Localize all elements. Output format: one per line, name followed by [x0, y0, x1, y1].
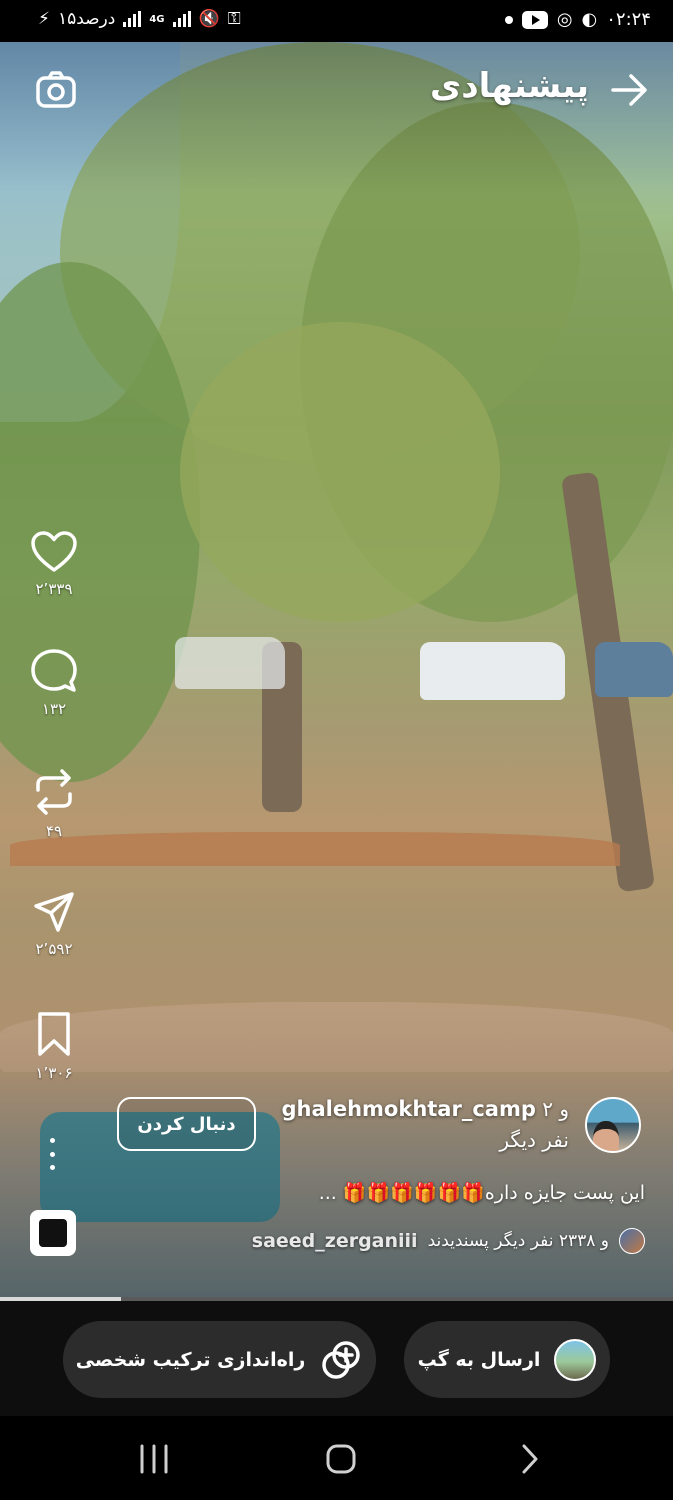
youtube-icon [521, 10, 548, 29]
key-icon: ⚿ [227, 9, 241, 29]
post-caption[interactable]: این پست جایزه داره🎁🎁🎁🎁🎁🎁 ... [265, 1181, 645, 1204]
more-dot-icon [49, 1165, 55, 1170]
back-nav-button[interactable] [510, 1442, 550, 1476]
clock: ۰۲:۲۴ [606, 9, 651, 30]
comment-count: ۱۳۲ [41, 700, 67, 718]
liked-by-text: و ۲۳۳۸ نفر دیگر پسندیدند [427, 1231, 609, 1251]
like-button[interactable]: ۲٬۳۳۹ [26, 530, 82, 598]
bookmark-icon [38, 1012, 70, 1056]
author-suffix: نفر دیگر [499, 1128, 569, 1152]
charging-icon: ⚡ [38, 9, 50, 29]
recents-icon [140, 1444, 168, 1474]
author-handle[interactable]: ghalehmokhtar_camp [282, 1097, 536, 1121]
comment-button[interactable]: ۱۳۲ [26, 648, 82, 718]
mute-icon: 🔇 [198, 9, 220, 29]
remix-button[interactable]: راه‌اندازی ترکیب شخصی [63, 1321, 376, 1398]
status-bar: ⚡ ۱۵درصد 4G 🔇 ⚿ ◎ ◐ ۰۲:۲۴ [0, 0, 673, 42]
back-button[interactable] [609, 70, 649, 110]
system-navigation-bar [0, 1416, 673, 1500]
battery-text: ۱۵درصد [57, 9, 116, 29]
heart-icon [31, 531, 77, 572]
remix-icon [322, 1340, 361, 1379]
repost-icon [36, 769, 72, 815]
send-to-chat-label: ارسال به گپ [417, 1348, 541, 1371]
arrow-right-icon [611, 74, 647, 106]
share-button[interactable]: ۲٬۵۹۲ [26, 890, 82, 958]
status-left: ⚡ ۱۵درصد 4G 🔇 ⚿ [38, 9, 241, 29]
follow-button[interactable]: دنبال کردن [117, 1097, 256, 1151]
more-options-button[interactable] [44, 1138, 60, 1170]
liked-by[interactable]: saeed_zerganiii و ۲۳۳۸ نفر دیگر پسندیدند [252, 1228, 645, 1254]
chat-avatar [554, 1338, 597, 1381]
save-button[interactable]: ۱٬۳۰۶ [26, 1010, 82, 1082]
signal-icon [123, 11, 142, 27]
share-count: ۲٬۵۹۲ [35, 940, 73, 958]
chevron-right-icon [522, 1444, 538, 1474]
recent-apps-button[interactable] [134, 1442, 174, 1476]
camera-icon [36, 71, 76, 108]
network-type: 4G [149, 13, 165, 25]
like-count: ۲٬۳۳۹ [35, 580, 73, 598]
home-button[interactable] [320, 1442, 360, 1476]
page-title: پیشنهادی [430, 66, 589, 106]
more-dot-icon [49, 1138, 55, 1143]
send-to-chat-button[interactable]: ارسال به گپ [404, 1321, 610, 1398]
comment-icon [31, 649, 77, 692]
notification-dot-icon [504, 15, 513, 24]
liker-avatar [619, 1228, 645, 1254]
repost-count: ۴۹ [45, 822, 63, 840]
bottom-actions: ارسال به گپ راه‌اندازی ترکیب شخصی [0, 1301, 673, 1416]
remix-label: راه‌اندازی ترکیب شخصی [75, 1348, 306, 1371]
author-prefix: و ۲ [542, 1097, 569, 1121]
status-right: ◎ ◐ ۰۲:۲۴ [504, 9, 651, 30]
camera-button[interactable] [34, 70, 78, 110]
send-icon [34, 892, 74, 932]
author-info[interactable]: ghalehmokhtar_camp و ۲ نفر دیگر [279, 1094, 570, 1156]
home-icon [326, 1444, 356, 1474]
whatsapp-icon: ◎ [556, 9, 573, 30]
audio-thumbnail[interactable] [30, 1210, 76, 1256]
repost-button[interactable]: ۴۹ [26, 768, 82, 840]
liked-by-user[interactable]: saeed_zerganiii [252, 1230, 418, 1252]
more-dot-icon [49, 1151, 55, 1157]
signal-icon-2 [172, 11, 191, 27]
save-count: ۱٬۳۰۶ [35, 1064, 73, 1082]
author-avatar[interactable] [585, 1097, 641, 1153]
app-icon: ◐ [581, 9, 598, 30]
